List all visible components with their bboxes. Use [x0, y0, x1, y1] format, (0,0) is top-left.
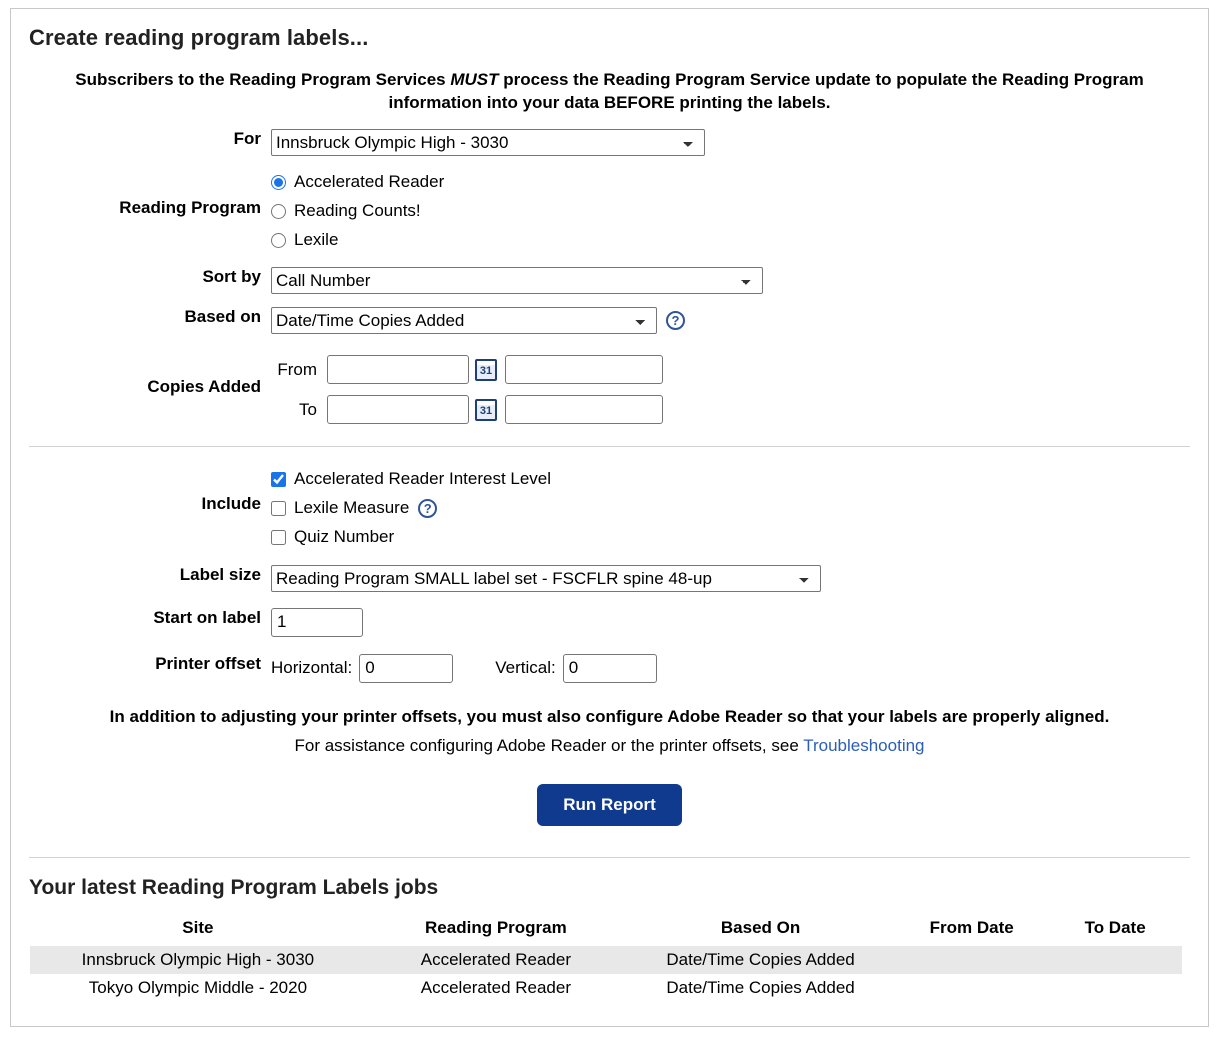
row-reading-program: Reading Program Accelerated Reader Readi…	[11, 168, 1208, 255]
based-on-select[interactable]: Date/Time Copies Added	[271, 307, 657, 334]
adobe-reader-note: In addition to adjusting your printer of…	[41, 707, 1178, 727]
cell-based-on: Date/Time Copies Added	[626, 946, 895, 974]
radio-input-reading-counts[interactable]	[271, 204, 286, 219]
label-size-select[interactable]: Reading Program SMALL label set - FSCFLR…	[271, 565, 821, 592]
sort-by-select[interactable]: Call Number	[271, 267, 763, 294]
calendar-icon-to[interactable]: 31	[475, 399, 497, 421]
cell-site: Innsbruck Olympic High - 3030	[30, 946, 366, 974]
reading-program-radio-group: Accelerated Reader Reading Counts! Lexil…	[271, 168, 444, 255]
checkbox-label-lexile-measure: Lexile Measure	[294, 498, 409, 518]
row-copies-added: Copies Added From 31 To	[11, 350, 1208, 430]
checkbox-label-quiz-number: Quiz Number	[294, 527, 394, 547]
notice-emphasis: MUST	[450, 70, 498, 89]
from-date-input[interactable]	[327, 355, 469, 384]
run-report-button[interactable]: Run Report	[537, 784, 682, 826]
cell-from-date	[895, 946, 1048, 974]
jobs-col-site: Site	[30, 916, 366, 946]
based-on-label: Based on	[11, 307, 271, 327]
radio-lexile[interactable]: Lexile	[271, 226, 444, 255]
jobs-heading: Your latest Reading Program Labels jobs	[29, 876, 1208, 900]
checkbox-input-lexile-measure[interactable]	[271, 501, 286, 516]
calendar-icon-from-glyph: 31	[480, 365, 492, 378]
troubleshooting-link[interactable]: Troubleshooting	[803, 736, 924, 755]
to-label: To	[271, 400, 327, 420]
row-label-size: Label size Reading Program SMALL label s…	[11, 565, 1208, 592]
printer-offset-label: Printer offset	[11, 654, 271, 674]
cell-based-on: Date/Time Copies Added	[626, 974, 895, 1002]
checkbox-quiz-number[interactable]: Quiz Number	[271, 523, 551, 552]
horizontal-label: Horizontal:	[271, 658, 352, 678]
cell-to-date	[1048, 974, 1182, 1002]
label-size-label: Label size	[11, 565, 271, 585]
report-form: For Innsbruck Olympic High - 3030 Readin…	[11, 129, 1208, 430]
radio-label-reading-counts: Reading Counts!	[294, 201, 421, 221]
assistance-note-text: For assistance configuring Adobe Reader …	[294, 736, 803, 755]
section-divider-top	[29, 446, 1190, 447]
row-start-on-label: Start on label	[11, 608, 1208, 637]
help-circle-icon-based-on[interactable]: ?	[666, 311, 685, 330]
radio-input-accelerated-reader[interactable]	[271, 175, 286, 190]
jobs-col-to-date: To Date	[1048, 916, 1182, 946]
radio-label-accelerated-reader: Accelerated Reader	[294, 172, 444, 192]
table-row[interactable]: Innsbruck Olympic High - 3030 Accelerate…	[30, 946, 1182, 974]
report-panel: Create reading program labels... Subscri…	[10, 8, 1209, 1027]
section-divider-bottom	[29, 857, 1190, 858]
report-form-lower: Include Accelerated Reader Interest Leve…	[11, 465, 1208, 683]
radio-accelerated-reader[interactable]: Accelerated Reader	[271, 168, 444, 197]
calendar-icon-to-glyph: 31	[480, 405, 492, 418]
copies-added-from-line: From 31	[271, 350, 663, 390]
copies-added-to-line: To 31	[271, 390, 663, 430]
row-sort-by: Sort by Call Number	[11, 267, 1208, 294]
radio-label-lexile: Lexile	[294, 230, 338, 250]
from-label: From	[271, 360, 327, 380]
vertical-offset-input[interactable]	[563, 654, 657, 683]
checkbox-input-quiz-number[interactable]	[271, 530, 286, 545]
help-circle-icon-lexile[interactable]: ?	[418, 499, 437, 518]
copies-added-label: Copies Added	[11, 350, 271, 397]
radio-input-lexile[interactable]	[271, 233, 286, 248]
row-based-on: Based on Date/Time Copies Added ?	[11, 307, 1208, 334]
checkbox-input-ar-interest-level[interactable]	[271, 472, 286, 487]
radio-reading-counts[interactable]: Reading Counts!	[271, 197, 444, 226]
printer-offset-fields: Horizontal: Vertical:	[271, 654, 657, 683]
jobs-col-from-date: From Date	[895, 916, 1048, 946]
jobs-col-reading-program: Reading Program	[366, 916, 626, 946]
cell-reading-program: Accelerated Reader	[366, 946, 626, 974]
checkbox-label-ar-interest-level: Accelerated Reader Interest Level	[294, 469, 551, 489]
for-label: For	[11, 129, 271, 149]
subscriber-notice: Subscribers to the Reading Program Servi…	[43, 69, 1176, 115]
notice-prefix: Subscribers to the Reading Program Servi…	[75, 70, 450, 89]
vertical-label: Vertical:	[495, 658, 555, 678]
start-on-label-input[interactable]	[271, 608, 363, 637]
row-include: Include Accelerated Reader Interest Leve…	[11, 465, 1208, 552]
jobs-table-header-row: Site Reading Program Based On From Date …	[30, 916, 1182, 946]
row-printer-offset: Printer offset Horizontal: Vertical:	[11, 654, 1208, 683]
notice-suffix: process the Reading Program Service upda…	[388, 70, 1143, 112]
to-date-input[interactable]	[327, 395, 469, 424]
horizontal-offset-input[interactable]	[359, 654, 453, 683]
from-time-input[interactable]	[505, 355, 663, 384]
copies-added-date-block: From 31 To 31	[271, 350, 663, 430]
checkbox-lexile-measure[interactable]: Lexile Measure ?	[271, 494, 551, 523]
to-time-input[interactable]	[505, 395, 663, 424]
include-checkbox-group: Accelerated Reader Interest Level Lexile…	[271, 465, 551, 552]
checkbox-ar-interest-level[interactable]: Accelerated Reader Interest Level	[271, 465, 551, 494]
run-report-wrap: Run Report	[11, 784, 1208, 826]
assistance-note: For assistance configuring Adobe Reader …	[11, 736, 1208, 756]
calendar-icon-from[interactable]: 31	[475, 359, 497, 381]
cell-site: Tokyo Olympic Middle - 2020	[30, 974, 366, 1002]
cell-from-date	[895, 974, 1048, 1002]
for-select[interactable]: Innsbruck Olympic High - 3030	[271, 129, 705, 156]
page-title: Create reading program labels...	[29, 25, 1208, 51]
cell-to-date	[1048, 946, 1182, 974]
jobs-table: Site Reading Program Based On From Date …	[30, 916, 1182, 1002]
table-row[interactable]: Tokyo Olympic Middle - 2020 Accelerated …	[30, 974, 1182, 1002]
reading-program-label: Reading Program	[11, 168, 271, 218]
sort-by-label: Sort by	[11, 267, 271, 287]
include-label: Include	[11, 465, 271, 514]
start-on-label-label: Start on label	[11, 608, 271, 628]
cell-reading-program: Accelerated Reader	[366, 974, 626, 1002]
row-for: For Innsbruck Olympic High - 3030	[11, 129, 1208, 156]
jobs-col-based-on: Based On	[626, 916, 895, 946]
